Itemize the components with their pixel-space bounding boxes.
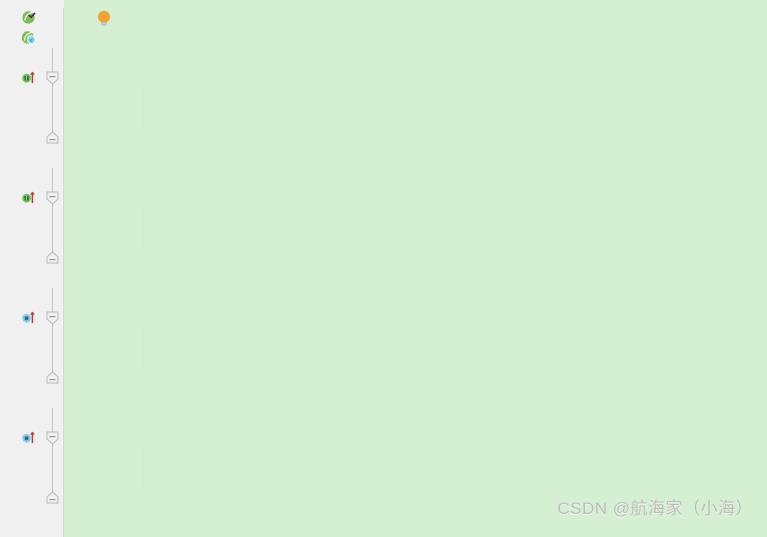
fold-collapse-icon[interactable] (46, 431, 59, 445)
overriding-method-icon[interactable] (21, 310, 36, 325)
svg-text:I: I (26, 76, 27, 82)
spring-class-icon[interactable]: c (21, 30, 36, 45)
gutter-top-clip (0, 0, 64, 8)
spring-bean-icon[interactable] (21, 10, 36, 25)
fold-end-icon[interactable] (46, 491, 59, 505)
fold-collapse-icon[interactable] (46, 311, 59, 325)
fold-region-line (52, 288, 53, 376)
fold-end-icon[interactable] (46, 131, 59, 145)
indent-guide (143, 328, 144, 368)
editor-code-area[interactable] (64, 0, 767, 537)
indent-guide (143, 448, 144, 488)
fold-region-line (52, 48, 53, 136)
fold-region-line (52, 168, 53, 256)
fold-collapse-icon[interactable] (46, 191, 59, 205)
csdn-watermark: CSDN @航海家（小海） (557, 499, 753, 518)
overriding-method-icon[interactable] (21, 430, 36, 445)
lightbulb-icon[interactable] (95, 9, 113, 27)
fold-region-line (52, 408, 53, 496)
gutter-divider (63, 0, 64, 537)
indent-guide (143, 208, 144, 248)
svg-text:I: I (26, 196, 27, 202)
fold-end-icon[interactable] (46, 371, 59, 385)
fold-collapse-icon[interactable] (46, 71, 59, 85)
fold-end-icon[interactable] (46, 251, 59, 265)
code-editor-screen: 10 11 @Component 12 public class DemoXxl… (0, 0, 767, 537)
indent-guide (143, 88, 144, 128)
svg-text:c: c (30, 38, 33, 44)
overriding-method-icon[interactable]: I (21, 190, 36, 205)
overriding-method-icon[interactable]: I (21, 70, 36, 85)
